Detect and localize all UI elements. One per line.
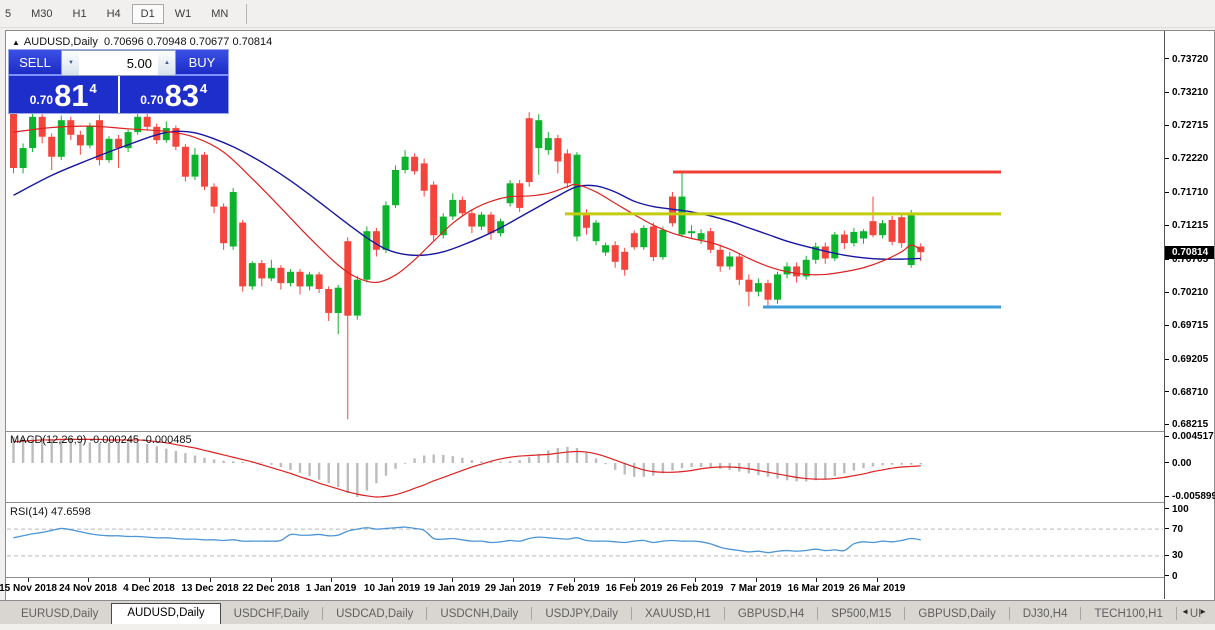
macd-label: MACD(12,26,9) -0.000245 -0.000485 — [10, 434, 192, 446]
date-label: 26 Mar 2019 — [848, 583, 906, 594]
status-strip — [0, 623, 1215, 630]
macd-tick: 0.00 — [1165, 457, 1191, 470]
sell-price-display[interactable]: 0.70 81 4 — [9, 76, 120, 113]
price-tick: 0.73210 — [1165, 86, 1208, 99]
date-tick-mark — [452, 578, 453, 582]
date-label: 16 Feb 2019 — [605, 583, 663, 594]
date-axis[interactable]: 15 Nov 2018 24 Nov 2018 4 Dec 2018 13 Dec 2… — [0, 578, 1164, 599]
date-label: 1 Jan 2019 — [305, 583, 357, 594]
timeframe-button-h4[interactable]: H4 — [98, 4, 130, 24]
date-label: 16 Mar 2019 — [787, 583, 845, 594]
chart-tab-gbpusd-daily[interactable]: GBPUSD,Daily — [905, 605, 1008, 624]
chart-tab-tech100-h1[interactable]: TECH100,H1 — [1081, 605, 1175, 624]
volume-increase-icon[interactable]: ▲ — [158, 51, 175, 75]
rsi-label: RSI(14) 47.6598 — [10, 506, 91, 518]
timeframe-button-h1[interactable]: H1 — [64, 4, 96, 24]
buy-price-point: 4 — [200, 81, 208, 96]
chart-symbol-header: ▲ AUDUSD,Daily 0.70696 0.70948 0.70677 0.… — [12, 36, 272, 48]
price-axis[interactable]: 0.70814 0.73720 0.73210 0.72715 0.72220 0.71… — [1165, 31, 1215, 599]
chart-tab-usdcad-daily[interactable]: USDCAD,Daily — [323, 605, 426, 624]
date-tick-mark — [149, 578, 150, 582]
pane-splitter-rsi[interactable] — [6, 502, 1214, 503]
chart-tab-audusd-daily[interactable]: AUDUSD,Daily — [111, 603, 221, 624]
rsi-tick: 0 — [1165, 570, 1178, 583]
date-label: 26 Feb 2019 — [666, 583, 724, 594]
tabs-scroll-left-icon[interactable]: ◄ — [1181, 607, 1189, 616]
buy-button[interactable]: BUY — [176, 50, 228, 76]
price-tick: 0.68710 — [1165, 386, 1208, 399]
date-label: 15 Nov 2018 — [0, 583, 57, 594]
timeframe-button-m30[interactable]: M30 — [22, 4, 61, 24]
date-tick-mark — [816, 578, 817, 582]
timeframe-button-5[interactable]: 5 — [0, 4, 20, 24]
chart-tab-usdcnh-daily[interactable]: USDCNH,Daily — [427, 605, 531, 624]
tabs-scroll-right-icon[interactable]: ► — [1199, 607, 1207, 616]
price-tick: 0.71710 — [1165, 186, 1208, 199]
date-tick-mark — [695, 578, 696, 582]
chart-tabs-bar: EURUSD,Daily AUDUSD,Daily USDCHF,Daily USDC… — [0, 600, 1215, 624]
buy-price-pips: 83 — [164, 78, 200, 113]
date-tick-mark — [210, 578, 211, 582]
timeframe-button-d1[interactable]: D1 — [131, 3, 164, 24]
date-tick-mark — [634, 578, 635, 582]
date-tick-mark — [574, 578, 575, 582]
date-tick-mark — [392, 578, 393, 582]
timeframe-toolbar: 5 M30 H1 H4 D1 W1 MN — [0, 0, 1215, 28]
date-tick-mark — [28, 578, 29, 582]
date-tick-mark — [513, 578, 514, 582]
chart-tab-usdchf-daily[interactable]: USDCHF,Daily — [221, 605, 322, 624]
ohlc-values: 0.70696 0.70948 0.70677 0.70814 — [104, 36, 273, 48]
date-tick-mark — [88, 578, 89, 582]
rsi-indicator-pane[interactable] — [6, 503, 1164, 577]
volume-decrease-icon[interactable]: ▼ — [62, 51, 79, 75]
sell-price-pips: 81 — [54, 78, 89, 113]
sell-button[interactable]: SELL — [9, 50, 61, 76]
timeframe-button-w1[interactable]: W1 — [166, 4, 201, 24]
timeframe-button-mn[interactable]: MN — [202, 4, 237, 24]
date-label: 19 Jan 2019 — [423, 583, 481, 594]
chart-tab-eurusd-daily[interactable]: EURUSD,Daily — [8, 605, 111, 624]
price-tick: 0.69205 — [1165, 353, 1208, 366]
chart-tab-gbpusd-h4[interactable]: GBPUSD,H4 — [725, 605, 817, 624]
symbol-title: AUDUSD,Daily — [23, 36, 98, 48]
price-tick: 0.70210 — [1165, 286, 1208, 299]
pane-splitter-macd[interactable] — [6, 431, 1214, 432]
date-label: 7 Feb 2019 — [548, 583, 600, 594]
one-click-trading-panel: SELL ▼ ▲ BUY 0.70 81 4 0.70 83 4 — [8, 49, 229, 114]
rsi-tick: 100 — [1165, 503, 1189, 516]
price-tick: 0.72715 — [1165, 119, 1208, 132]
pane-splitter-dates — [6, 577, 1214, 578]
date-label: 22 Dec 2018 — [242, 583, 300, 594]
price-tick: 0.71215 — [1165, 219, 1208, 232]
buy-price-display[interactable]: 0.70 83 4 — [120, 76, 229, 113]
date-label: 10 Jan 2019 — [363, 583, 421, 594]
buy-price-prefix: 0.70 — [140, 93, 164, 107]
date-label: 4 Dec 2018 — [123, 583, 175, 594]
chart-tab-sp500-m15[interactable]: SP500,M15 — [818, 605, 904, 624]
collapse-arrow-icon[interactable]: ▲ — [12, 38, 20, 47]
volume-input[interactable] — [79, 51, 158, 75]
volume-stepper: ▼ ▲ — [61, 50, 176, 76]
sell-price-prefix: 0.70 — [29, 93, 54, 107]
price-tick: 0.72220 — [1165, 152, 1208, 165]
rsi-tick: 30 — [1165, 549, 1183, 562]
rsi-tick: 70 — [1165, 523, 1183, 536]
chart-tab-dj30-h4[interactable]: DJ30,H4 — [1010, 605, 1081, 624]
date-tick-mark — [756, 578, 757, 582]
toolbar-separator — [246, 3, 248, 24]
date-tick-mark — [877, 578, 878, 582]
date-label: 24 Nov 2018 — [59, 583, 117, 594]
date-label: 29 Jan 2019 — [484, 583, 542, 594]
chart-tab-usdjpy-daily[interactable]: USDJPY,Daily — [532, 605, 631, 624]
sell-price-point: 4 — [89, 81, 97, 96]
price-tick: 0.69715 — [1165, 319, 1208, 332]
date-tick-mark — [331, 578, 332, 582]
current-price-badge: 0.70814 — [1165, 245, 1214, 259]
date-label: 7 Mar 2019 — [730, 583, 782, 594]
date-tick-mark — [271, 578, 272, 582]
price-tick: 0.73720 — [1165, 53, 1208, 66]
macd-tick: 0.004517 — [1165, 430, 1214, 443]
chart-tab-xauusd-h1[interactable]: XAUUSD,H1 — [632, 605, 724, 624]
date-label: 13 Dec 2018 — [181, 583, 239, 594]
